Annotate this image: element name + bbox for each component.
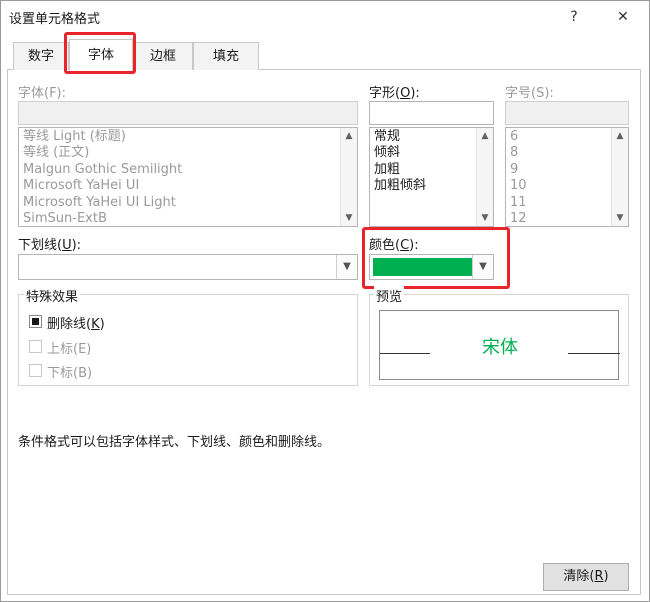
list-item[interactable]: 10 xyxy=(510,178,527,194)
effects-title: 特殊效果 xyxy=(24,286,81,305)
list-item[interactable]: Microsoft YaHei UI Light xyxy=(23,195,176,211)
list-item[interactable]: 等线 Light (标题) xyxy=(23,129,126,145)
subscript-label: 下标(B) xyxy=(47,366,93,381)
tab-border[interactable]: 边框 xyxy=(133,42,193,70)
scroll-up-icon[interactable]: ▲ xyxy=(341,128,357,144)
clear-button[interactable]: 清除(R) xyxy=(543,563,629,591)
tab-highlight-box xyxy=(64,32,136,74)
style-label: 字形(O): xyxy=(369,86,420,101)
preview-title: 预览 xyxy=(374,286,405,305)
font-label: 字体(F): xyxy=(18,86,67,101)
help-button[interactable]: ? xyxy=(559,4,589,30)
dialog-title: 设置单元格格式 xyxy=(9,12,101,27)
font-list[interactable]: 等线 Light (标题) 等线 (正文) Malgun Gothic Semi… xyxy=(18,127,358,227)
list-item[interactable]: 常规 xyxy=(374,129,400,145)
scroll-down-icon[interactable]: ▼ xyxy=(612,210,628,226)
list-item[interactable]: Malgun Gothic Semilight xyxy=(23,162,182,178)
strikethrough-label: 删除线(K) xyxy=(47,317,105,332)
font-list-scrollbar[interactable]: ▲ ▼ xyxy=(340,128,357,226)
list-item[interactable]: 9 xyxy=(510,162,518,178)
size-label: 字号(S): xyxy=(505,86,554,101)
list-item[interactable]: 8 xyxy=(510,145,518,161)
style-input[interactable] xyxy=(369,101,494,125)
preview-box: 宋体 xyxy=(379,310,620,380)
list-item[interactable]: 倾斜 xyxy=(374,145,400,161)
list-item[interactable]: 等线 (正文) xyxy=(23,145,89,161)
size-list-scrollbar[interactable]: ▲ ▼ xyxy=(611,128,628,226)
chevron-down-icon[interactable]: ▼ xyxy=(336,255,357,279)
close-icon: ✕ xyxy=(617,9,629,25)
superscript-label: 上标(E) xyxy=(47,342,92,357)
scroll-up-icon[interactable]: ▲ xyxy=(477,128,493,144)
underline-select[interactable]: ▼ xyxy=(18,254,358,280)
scroll-down-icon[interactable]: ▼ xyxy=(477,210,493,226)
list-item[interactable]: 11 xyxy=(510,195,527,211)
tab-number[interactable]: 数字 xyxy=(13,42,69,70)
size-input[interactable] xyxy=(505,101,629,125)
style-list-scrollbar[interactable]: ▲ ▼ xyxy=(476,128,493,226)
style-list[interactable]: 常规 倾斜 加粗 加粗倾斜 ▲ ▼ xyxy=(369,127,494,227)
scroll-up-icon[interactable]: ▲ xyxy=(612,128,628,144)
info-note: 条件格式可以包括字体样式、下划线、颜色和删除线。 xyxy=(18,435,331,450)
list-item[interactable]: 12 xyxy=(510,211,527,226)
scroll-down-icon[interactable]: ▼ xyxy=(341,210,357,226)
preview-sample-text: 宋体 xyxy=(482,337,518,358)
tab-fill[interactable]: 填充 xyxy=(193,42,259,70)
list-item[interactable]: 加粗倾斜 xyxy=(374,178,426,194)
superscript-checkbox[interactable] xyxy=(29,340,42,353)
close-button[interactable]: ✕ xyxy=(608,4,638,30)
list-item[interactable]: Microsoft YaHei UI xyxy=(23,178,139,194)
list-item[interactable]: 加粗 xyxy=(374,162,400,178)
list-item[interactable]: SimSun-ExtB xyxy=(23,211,107,226)
subscript-checkbox[interactable] xyxy=(29,364,42,377)
size-list[interactable]: 6 8 9 10 11 12 ▲ ▼ xyxy=(505,127,629,227)
font-input[interactable] xyxy=(18,101,358,125)
strikethrough-checkbox[interactable] xyxy=(29,315,42,328)
color-highlight-box xyxy=(362,227,510,289)
underline-label: 下划线(U): xyxy=(18,238,82,253)
list-item[interactable]: 6 xyxy=(510,129,518,145)
